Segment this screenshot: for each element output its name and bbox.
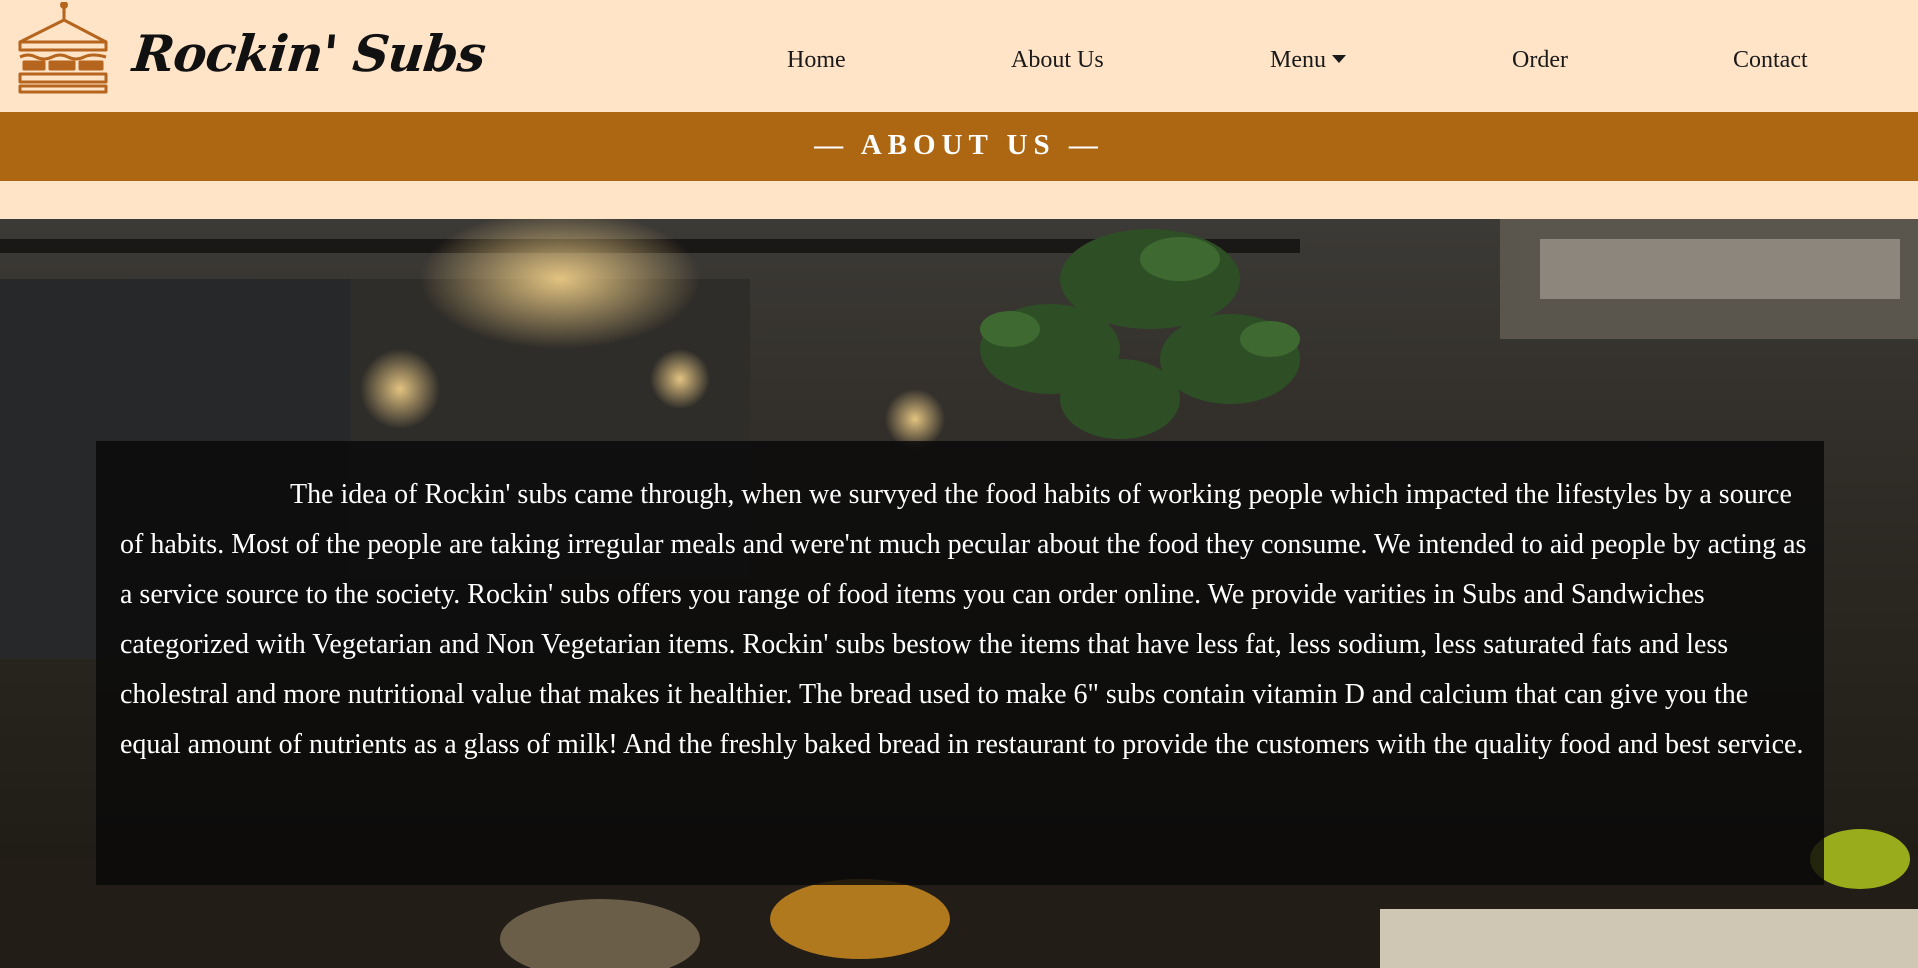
nav-menu-label: Menu — [1270, 47, 1326, 73]
section-banner: — ABOUT US — — [0, 112, 1918, 181]
nav-home[interactable]: Home — [787, 47, 846, 74]
site-header: Rockin' Subs Home About Us Menu Order Co… — [0, 0, 1918, 112]
caret-down-icon — [1332, 55, 1346, 63]
brand-name[interactable]: Rockin' Subs — [130, 24, 488, 83]
section-title: — ABOUT US — — [814, 129, 1104, 161]
about-paragraph: The idea of Rockin' subs came through, w… — [120, 479, 1807, 760]
nav-contact[interactable]: Contact — [1733, 47, 1808, 74]
sandwich-icon[interactable] — [16, 2, 108, 94]
nav-about-us[interactable]: About Us — [1011, 47, 1104, 74]
nav-order[interactable]: Order — [1512, 47, 1568, 74]
nav-menu[interactable]: Menu — [1270, 47, 1346, 74]
